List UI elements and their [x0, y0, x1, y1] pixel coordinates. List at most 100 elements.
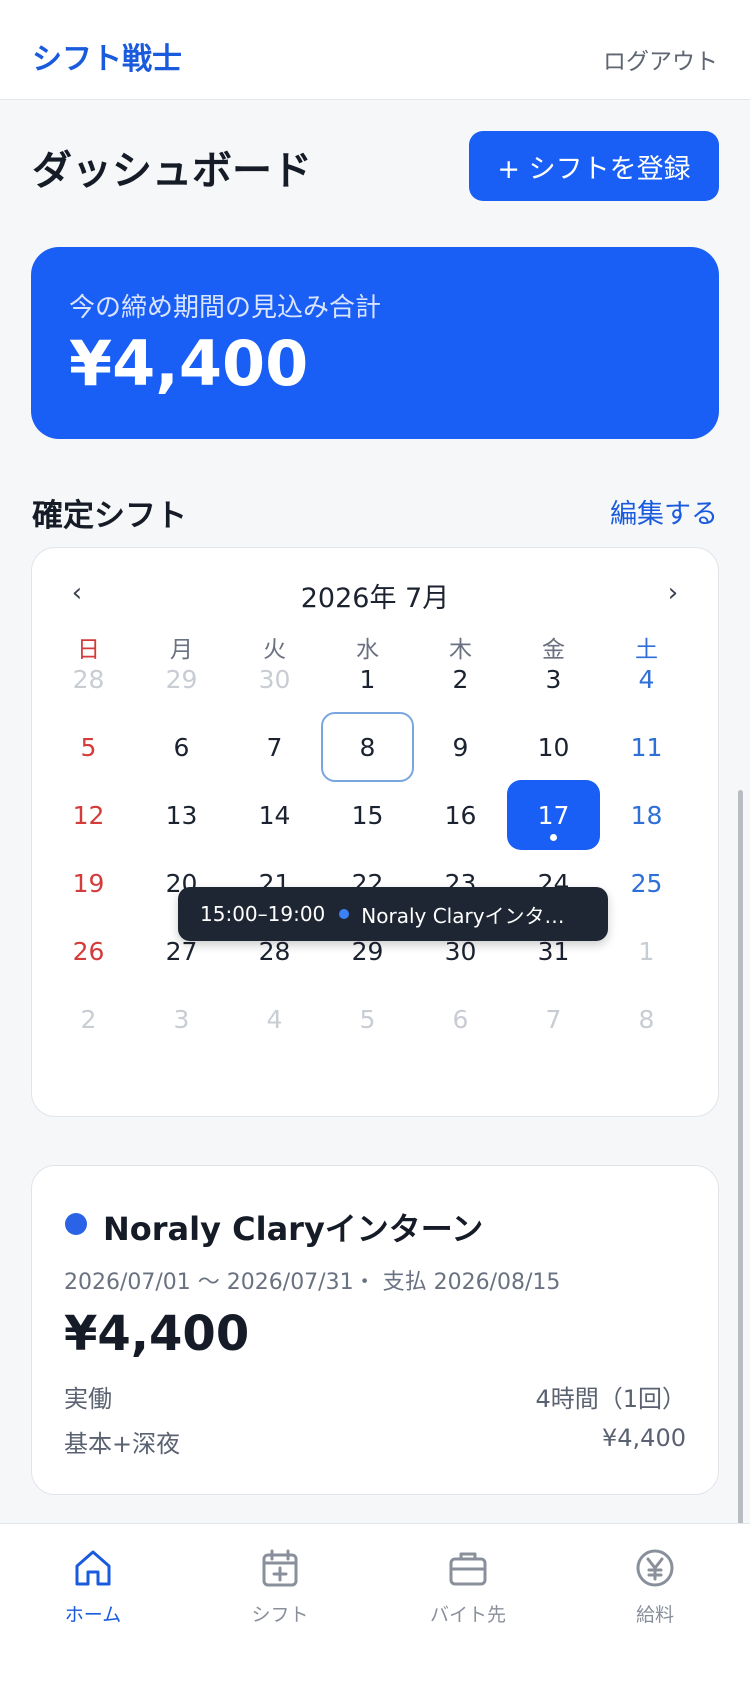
- calendar-day[interactable]: 30: [228, 644, 321, 714]
- job-amount: ¥4,400: [64, 1306, 250, 1362]
- calendar-day[interactable]: 29: [135, 644, 228, 714]
- job-card[interactable]: Noraly Claryインターン 2026/07/01 〜 2026/07/3…: [31, 1165, 719, 1495]
- calendar-day-number: 9: [452, 732, 469, 762]
- job-row-label: 実働: [64, 1385, 112, 1413]
- calendar-day[interactable]: 12: [42, 780, 135, 850]
- nav-home[interactable]: ホーム: [18, 1546, 168, 1627]
- calendar-day-number: 2: [80, 1004, 97, 1034]
- calendar-day-number: 5: [80, 732, 97, 762]
- calendar-day-number: 13: [165, 800, 198, 830]
- summary-amount: ¥4,400: [69, 327, 309, 400]
- calendar-day[interactable]: 8: [600, 984, 693, 1054]
- calendar: ‹ 2026年 7月 › 日月火水木金土 28 29 30 1 2 3 4 5 6 7 8 9 10 11…: [31, 547, 719, 1117]
- calendar-day-number: 10: [537, 732, 570, 762]
- nav-salary[interactable]: 給料: [580, 1546, 730, 1627]
- calendar-day-number: 26: [72, 936, 105, 966]
- calendar-day-number: 6: [452, 1004, 469, 1034]
- app-header: シフト戦士 ログアウト: [0, 0, 750, 100]
- briefcase-icon: [449, 1552, 487, 1586]
- nav-shift[interactable]: シフト: [205, 1546, 355, 1627]
- calendar-day[interactable]: 5: [42, 712, 135, 782]
- app-brand[interactable]: シフト戦士: [32, 34, 182, 78]
- calendar-day-number: 2: [452, 664, 469, 694]
- calendar-day[interactable]: 3: [135, 984, 228, 1054]
- bottom-nav: ホーム シフト バイト先 給料: [0, 1523, 750, 1699]
- calendar-day[interactable]: 4: [228, 984, 321, 1054]
- calendar-day-number: 4: [266, 1004, 283, 1034]
- logout-link[interactable]: ログアウト: [603, 42, 718, 76]
- calendar-day[interactable]: 7: [507, 984, 600, 1054]
- yen-icon: [636, 1549, 674, 1587]
- job-color-dot: [65, 1213, 87, 1235]
- calendar-day-number: 7: [545, 1004, 562, 1034]
- calendar-day[interactable]: 6: [414, 984, 507, 1054]
- calendar-day[interactable]: 9: [414, 712, 507, 782]
- job-row-value: ¥4,400: [602, 1424, 686, 1452]
- calendar-day[interactable]: 1: [321, 644, 414, 714]
- calendar-day-number: 11: [630, 732, 663, 762]
- calendar-day-number: 18: [630, 800, 663, 830]
- calendar-day[interactable]: 18: [600, 780, 693, 850]
- shift-tooltip: 15:00–19:00 Noraly Claryインタ…: [178, 887, 608, 941]
- calendar-day[interactable]: 11: [600, 712, 693, 782]
- edit-link[interactable]: 編集する: [610, 492, 718, 531]
- tooltip-dot-icon: [339, 909, 350, 919]
- calendar-day-number: 14: [258, 800, 291, 830]
- calendar-day-number: 8: [359, 732, 376, 762]
- calendar-day[interactable]: 10: [507, 712, 600, 782]
- calendar-day-number: 6: [173, 732, 190, 762]
- page-title: ダッシュボード: [32, 148, 312, 194]
- calendar-day[interactable]: 13: [135, 780, 228, 850]
- calendar-day[interactable]: 5: [321, 984, 414, 1054]
- job-name: Noraly Claryインターン: [103, 1210, 484, 1248]
- calendar-day-number: 7: [266, 732, 283, 762]
- calendar-day-number: 17: [537, 800, 570, 830]
- calendar-day[interactable]: 16: [414, 780, 507, 850]
- calendar-day[interactable]: 25: [600, 848, 693, 918]
- add-shift-button[interactable]: + シフトを登録: [469, 131, 719, 201]
- next-month-button[interactable]: ›: [653, 578, 693, 608]
- calendar-day-number: 29: [165, 664, 198, 694]
- calendar-day[interactable]: 4: [600, 644, 693, 714]
- nav-label: 給料: [635, 1604, 674, 1626]
- calendar-day[interactable]: 6: [135, 712, 228, 782]
- calendar-day-number: 3: [173, 1004, 190, 1034]
- calendar-day[interactable]: 1: [600, 916, 693, 986]
- calendar-day-number: 28: [72, 664, 105, 694]
- calendar-day-number: 12: [72, 800, 105, 830]
- calendar-day[interactable]: 2: [42, 984, 135, 1054]
- summary-label: 今の締め期間の見込み合計: [69, 293, 382, 323]
- calendar-day-number: 1: [638, 936, 655, 966]
- home-icon: [75, 1550, 111, 1586]
- calendar-day[interactable]: 26: [42, 916, 135, 986]
- calendar-day[interactable]: 3: [507, 644, 600, 714]
- calendar-day[interactable]: 7: [228, 712, 321, 782]
- calendar-day[interactable]: 19: [42, 848, 135, 918]
- calendar-day[interactable]: 17: [507, 780, 600, 850]
- calendar-day-number: 1: [359, 664, 376, 694]
- calendar-day[interactable]: 28: [42, 644, 135, 714]
- calendar-day-number: 3: [545, 664, 562, 694]
- calendar-day-number: 5: [359, 1004, 376, 1034]
- job-period: 2026/07/01 〜 2026/07/31・ 支払 2026/08/15: [64, 1270, 561, 1295]
- summary-card: 今の締め期間の見込み合計 ¥4,400: [31, 247, 719, 439]
- nav-workplace[interactable]: バイト先: [393, 1546, 543, 1627]
- calendar-day-number: 16: [444, 800, 477, 830]
- calendar-day-number: 15: [351, 800, 384, 830]
- calendar-day[interactable]: 8: [321, 712, 414, 782]
- calendar-day-number: 19: [72, 868, 105, 898]
- calendar-day[interactable]: 15: [321, 780, 414, 850]
- calendar-day[interactable]: 14: [228, 780, 321, 850]
- calendar-plus-icon: [262, 1549, 298, 1587]
- calendar-day[interactable]: 2: [414, 644, 507, 714]
- nav-label: シフト: [251, 1604, 309, 1626]
- job-row-pay: 基本+深夜 ¥4,400: [64, 1424, 686, 1459]
- shift-dot-icon: [550, 834, 557, 841]
- job-row-label: 基本+深夜: [64, 1430, 181, 1458]
- calendar-day-number: 4: [638, 664, 655, 694]
- calendar-day-number: 30: [258, 664, 291, 694]
- section-title: 確定シフト: [32, 498, 187, 534]
- tooltip-time: 15:00–19:00: [200, 902, 326, 926]
- scrollbar[interactable]: [738, 790, 743, 1560]
- nav-label: バイト先: [429, 1604, 506, 1626]
